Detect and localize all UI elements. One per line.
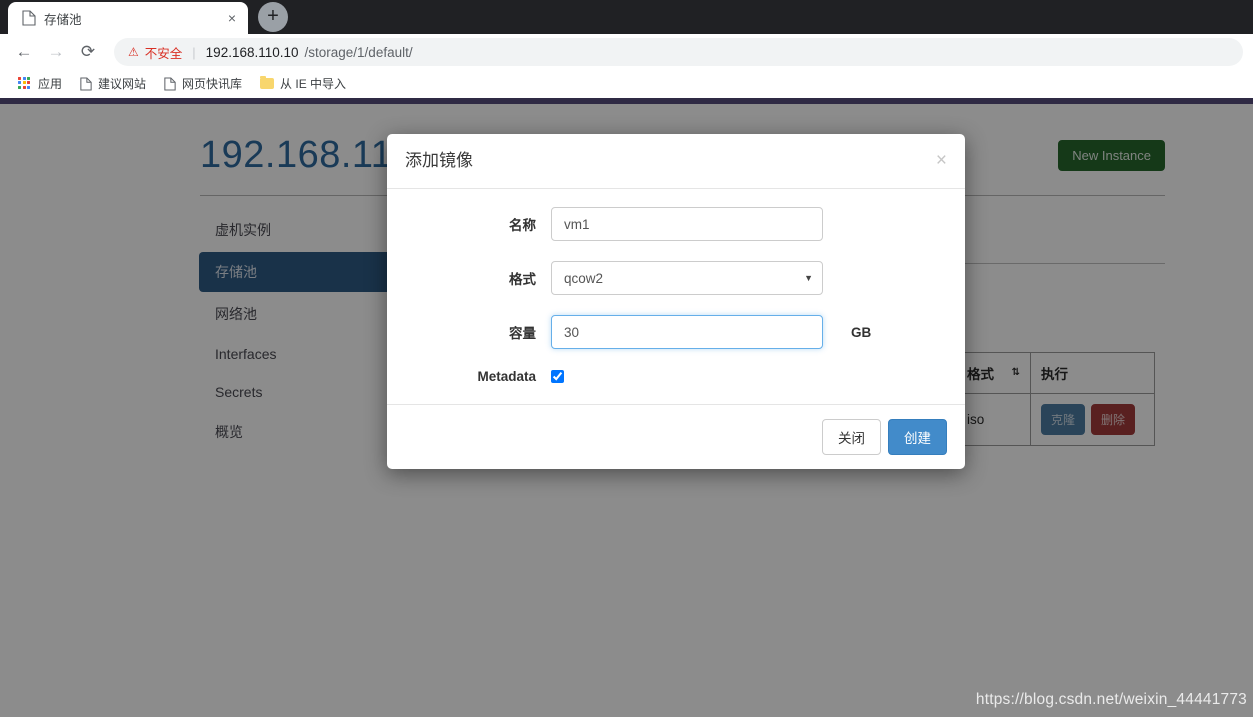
bookmark-imported-from-ie[interactable]: 从 IE 中导入 (252, 72, 354, 95)
add-image-modal: 添加镜像 × 名称 格式 qcow2 ▼ (387, 134, 965, 470)
format-label: 格式 (509, 272, 536, 288)
security-status: 不安全 (144, 46, 183, 61)
apps-grid-icon (18, 76, 32, 91)
new-tab-button[interactable]: + (258, 2, 288, 32)
address-bar[interactable]: ⚠ 不安全 | 192.168.110.10/storage/1/default… (114, 38, 1243, 66)
bookmark-label: 建议网站 (98, 77, 147, 91)
warning-icon: ⚠ (128, 45, 139, 59)
form-row-name: 名称 (405, 207, 947, 242)
metadata-label: Metadata (477, 369, 536, 385)
modal-footer: 关闭 创建 (387, 404, 965, 469)
form-row-format: 格式 qcow2 ▼ (405, 261, 947, 296)
name-input[interactable] (551, 207, 823, 242)
page-icon (22, 10, 36, 26)
close-icon[interactable]: × (224, 10, 240, 26)
browser-tab[interactable]: 存储池 × (8, 2, 248, 34)
capacity-input[interactable] (551, 315, 823, 350)
browser-chrome: 存储池 × + ← → ⟳ ⚠ 不安全 | 192.168.110.10/sto… (0, 0, 1253, 98)
bookmark-web-feed[interactable]: 网页快讯库 (156, 72, 250, 95)
form-row-capacity: 容量 GB (405, 315, 947, 350)
capacity-label: 容量 (509, 326, 536, 342)
omnibox-separator: | (192, 44, 196, 60)
tab-strip: 存储池 × + (0, 0, 1253, 34)
reload-icon[interactable]: ⟳ (74, 38, 102, 66)
close-icon[interactable]: × (936, 151, 947, 170)
modal-header: 添加镜像 × (387, 134, 965, 190)
form-row-metadata: Metadata (405, 369, 947, 384)
bookmarks-bar: 应用 建议网站 网页快讯库 从 IE 中导入 (0, 70, 1253, 98)
bookmark-suggested-sites[interactable]: 建议网站 (72, 72, 154, 95)
page-viewport: 192.168.110 New Instance 虚机实例 存储池 网络池 In… (0, 98, 1253, 717)
url-path: /storage/1/default/ (304, 44, 413, 60)
modal-title: 添加镜像 (405, 151, 473, 170)
modal-create-button[interactable]: 创建 (888, 419, 947, 456)
modal-close-button[interactable]: 关闭 (822, 419, 881, 456)
modal-body: 名称 格式 qcow2 ▼ 容量 GB (387, 189, 965, 404)
tab-title: 存储池 (44, 12, 82, 27)
page-icon (164, 76, 176, 91)
site-body: 192.168.110 New Instance 虚机实例 存储池 网络池 In… (0, 104, 1253, 717)
metadata-checkbox[interactable] (551, 370, 564, 384)
forward-icon[interactable]: → (42, 38, 70, 66)
folder-icon (260, 76, 275, 89)
name-label: 名称 (509, 218, 536, 234)
browser-toolbar: ← → ⟳ ⚠ 不安全 | 192.168.110.10/storage/1/d… (0, 34, 1253, 70)
page-icon (80, 76, 92, 91)
url-host: 192.168.110.10 (205, 44, 299, 60)
back-icon[interactable]: ← (10, 38, 38, 66)
bookmark-label: 从 IE 中导入 (280, 77, 347, 91)
bookmark-label: 应用 (38, 77, 63, 91)
bookmark-apps[interactable]: 应用 (10, 72, 70, 95)
capacity-unit-label: GB (851, 324, 872, 340)
bookmark-label: 网页快讯库 (182, 77, 243, 91)
format-select[interactable]: qcow2 (551, 261, 823, 296)
